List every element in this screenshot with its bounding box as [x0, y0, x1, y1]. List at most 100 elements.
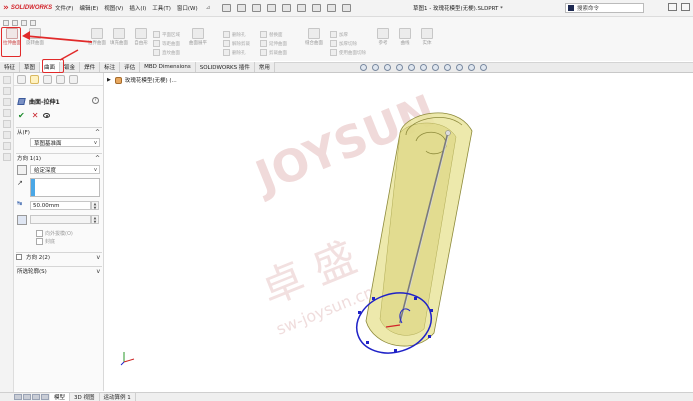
- dimxpert-tab-icon[interactable]: [56, 74, 65, 84]
- strip-icon-5[interactable]: [3, 120, 11, 128]
- feature-tree-flyout[interactable]: ▶ 玫瑰花模型(无梗) (...: [107, 76, 177, 84]
- prev-tab-icon[interactable]: [23, 394, 31, 400]
- configuration-tab-icon[interactable]: [43, 74, 52, 84]
- tab-evaluate[interactable]: 评估: [120, 62, 141, 72]
- edit-appearance-icon[interactable]: [444, 64, 451, 71]
- end-condition-select[interactable]: 给定深度 v: [30, 165, 100, 174]
- strip-icon-3[interactable]: [3, 98, 11, 106]
- curves-tool[interactable]: 曲线: [394, 28, 416, 58]
- replace-face-item[interactable]: 替换面: [260, 30, 287, 39]
- tab-features[interactable]: 特征: [0, 62, 21, 72]
- tab-model[interactable]: 模型: [50, 392, 71, 401]
- tab-solidworks-addins[interactable]: SOLIDWORKS 插件: [195, 62, 255, 72]
- preview-eye-icon[interactable]: [43, 113, 51, 118]
- offset-surface-item[interactable]: 等距曲面: [153, 39, 180, 48]
- tab-motion-study[interactable]: 运动算例 1: [100, 392, 136, 401]
- minimize-icon[interactable]: [681, 3, 690, 11]
- surface-flatten-tool[interactable]: 曲面展平: [187, 28, 209, 58]
- menu-tools[interactable]: 工具(T): [152, 4, 171, 12]
- draft-angle-spinner[interactable]: ▲ ▼: [91, 215, 99, 224]
- thicken-cut-item[interactable]: 加厚切除: [330, 39, 366, 48]
- cancel-button[interactable]: ✕: [32, 111, 39, 120]
- copy-icon[interactable]: [30, 19, 36, 26]
- direction2-checkbox[interactable]: [16, 254, 22, 260]
- search-input[interactable]: 搜索命令: [577, 4, 599, 12]
- menu-insert[interactable]: 插入(I): [129, 4, 146, 12]
- untrim-item[interactable]: 解除剪裁: [223, 39, 250, 48]
- hide-show-icon[interactable]: [432, 64, 439, 71]
- from-select[interactable]: 草图基准面 v: [30, 138, 100, 147]
- draft-angle-input[interactable]: [30, 215, 91, 224]
- solid-tool[interactable]: 实体: [416, 28, 438, 58]
- depth-input[interactable]: 50.00mm: [30, 201, 91, 210]
- delete-hole-item-2[interactable]: 删除孔: [223, 48, 250, 57]
- undo-icon[interactable]: [297, 4, 307, 12]
- draft-outward-checkbox[interactable]: 向外拔模(O): [36, 230, 73, 237]
- zoom-area-icon[interactable]: [372, 64, 379, 71]
- menu-view[interactable]: 视图(V): [104, 4, 123, 12]
- previous-view-icon[interactable]: [384, 64, 391, 71]
- direction-selection-box[interactable]: [30, 178, 100, 197]
- selected-contours-section-header[interactable]: 所选轮廓(S) v: [16, 266, 102, 275]
- zoom-to-fit-icon[interactable]: [360, 64, 367, 71]
- help-icon[interactable]: [668, 3, 677, 11]
- direction2-section-header[interactable]: 方向 2(2) v: [16, 252, 102, 261]
- ok-button[interactable]: ✔: [18, 111, 25, 120]
- tab-3d-views[interactable]: 3D 视图: [70, 392, 100, 401]
- cut-with-surface-item[interactable]: 使用曲面切除: [330, 48, 366, 57]
- new-document-icon[interactable]: [237, 4, 247, 12]
- depth-spinner[interactable]: ▲ ▼: [91, 201, 99, 210]
- feature-manager-tab-icon[interactable]: [17, 74, 26, 84]
- strip-icon-8[interactable]: [3, 153, 11, 161]
- tab-mbd-dimensions[interactable]: MBD Dimensions: [140, 62, 196, 72]
- next-tab-icon[interactable]: [32, 394, 40, 400]
- graphics-area[interactable]: JOYSUN 卓 盛 sw-joysun.cn ▶ 玫瑰花模型(无梗) (...: [104, 73, 693, 392]
- save-icon[interactable]: [267, 4, 277, 12]
- display-style-icon[interactable]: [420, 64, 427, 71]
- reverse-direction-icon[interactable]: [17, 165, 27, 175]
- reference-tool[interactable]: 参考: [372, 28, 394, 58]
- planar-surface-item[interactable]: 平面区域: [153, 30, 180, 39]
- view-settings-icon[interactable]: [468, 64, 475, 71]
- tab-common[interactable]: 常用: [254, 62, 275, 72]
- scene-icon[interactable]: [456, 64, 463, 71]
- pin-icon[interactable]: ⊿: [206, 5, 211, 11]
- extend-surface-item[interactable]: 延伸曲面: [260, 39, 287, 48]
- select-icon[interactable]: [312, 4, 322, 12]
- strip-icon-7[interactable]: [3, 142, 11, 150]
- draft-toggle-icon[interactable]: [17, 215, 27, 225]
- property-manager-tab-icon[interactable]: [30, 74, 39, 84]
- trim-surface-item[interactable]: 剪裁曲面: [260, 48, 287, 57]
- options-icon[interactable]: [342, 4, 352, 12]
- view-orientation-icon[interactable]: [408, 64, 415, 71]
- from-section-header[interactable]: 从(F) ^: [16, 127, 102, 136]
- strip-icon-6[interactable]: [3, 131, 11, 139]
- expand-arrow-icon[interactable]: ▶: [107, 77, 111, 83]
- cap-end-checkbox[interactable]: 封底: [36, 238, 55, 245]
- open-icon[interactable]: [252, 4, 262, 12]
- delete-hole-item[interactable]: 删除孔: [223, 30, 250, 39]
- help-button[interactable]: ?: [92, 97, 99, 104]
- monitor-icon[interactable]: [480, 64, 487, 71]
- solidworks-logo[interactable]: » SOLIDWORKS: [0, 3, 55, 13]
- strip-icon-2[interactable]: [3, 87, 11, 95]
- search-box[interactable]: 搜索命令: [565, 3, 644, 13]
- last-tab-icon[interactable]: [41, 394, 49, 400]
- display-manager-tab-icon[interactable]: [69, 74, 78, 84]
- menu-edit[interactable]: 编辑(E): [79, 4, 98, 12]
- section-view-icon[interactable]: [396, 64, 403, 71]
- tab-annotation[interactable]: 标注: [100, 62, 121, 72]
- freeform-tool[interactable]: 自由形: [130, 28, 152, 58]
- thicken-item[interactable]: 加厚: [330, 30, 366, 39]
- arrow-icon[interactable]: [3, 19, 9, 26]
- menu-window[interactable]: 窗口(W): [177, 4, 198, 12]
- rebuild-icon[interactable]: [327, 4, 337, 12]
- ruled-surface-item[interactable]: 直纹曲面: [153, 48, 180, 57]
- print-icon[interactable]: [282, 4, 292, 12]
- knit-surface-tool[interactable]: 缝合曲面: [303, 28, 325, 58]
- filled-surface-tool[interactable]: 填充曲面: [108, 28, 130, 58]
- direction1-section-header[interactable]: 方向 1(1) ^: [16, 153, 102, 162]
- menu-file[interactable]: 文件(F): [55, 4, 73, 12]
- strip-icon-4[interactable]: [3, 109, 11, 117]
- strip-icon-1[interactable]: [3, 76, 11, 84]
